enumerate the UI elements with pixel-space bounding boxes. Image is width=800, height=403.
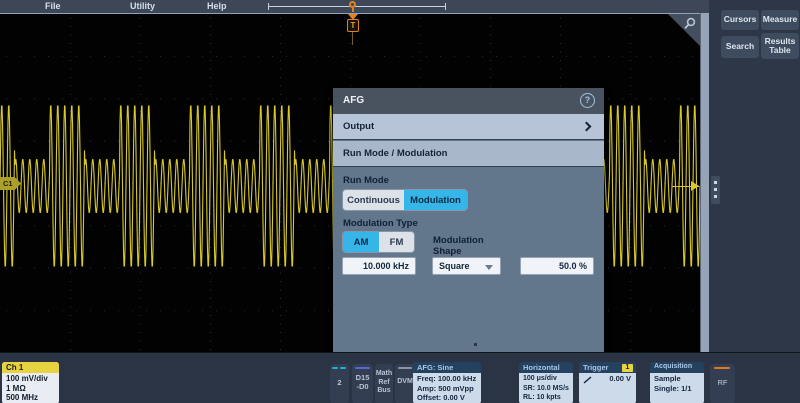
math-badge-line: Ref xyxy=(375,379,393,388)
afg-offset: Offset: 0.00 V xyxy=(417,393,478,403)
math-ref-bus-badge[interactable]: Math Ref Bus xyxy=(375,364,393,403)
horizontal-badge-title: Horizontal xyxy=(519,362,573,373)
menu-bar: File Utility Help xyxy=(0,0,712,13)
handle-dot xyxy=(714,181,717,184)
afg-dialog-title: AFG xyxy=(343,95,364,106)
horizontal-scale: 100 μs/div xyxy=(523,374,570,384)
run-mode-toggle: Continuous Modulation xyxy=(342,189,468,211)
oscilloscope-screen: File Utility Help T C1 C xyxy=(0,0,800,403)
handle-dot xyxy=(714,188,717,191)
dialog-resize-dot[interactable] xyxy=(474,343,477,346)
dvm-badge[interactable]: DVM xyxy=(395,364,415,403)
depth-input[interactable]: 50.0 % xyxy=(520,257,594,275)
menu-file[interactable]: File xyxy=(45,1,61,11)
modulation-shape-label: Modulation Shape xyxy=(433,236,493,258)
rf-badge-label: RF xyxy=(710,378,735,387)
horizontal-badge[interactable]: Horizontal 100 μs/div SR: 10.0 MS/s RL: … xyxy=(519,362,573,403)
afg-dialog: AFG ? Output Run Mode / Modulation Run M… xyxy=(333,88,604,352)
chevron-right-icon xyxy=(582,122,592,132)
channel2-badge[interactable]: 2 xyxy=(330,364,349,403)
status-bar: Ch 1 100 mV/div 1 MΩ 500 MHz 2 D15 -D0 M… xyxy=(0,352,800,403)
digital-badge-line: -D0 xyxy=(352,382,373,391)
digital-badge-line: D15 xyxy=(352,373,373,382)
digital-channels-badge[interactable]: D15 -D0 xyxy=(352,364,373,403)
modulation-shape-value: Square xyxy=(439,261,470,271)
afg-amplitude: Amp: 500 mVpp xyxy=(417,384,478,394)
output-label: Output xyxy=(343,121,374,132)
acquisition-mode: Sample xyxy=(654,374,701,384)
dvm-dash-icon xyxy=(398,367,412,369)
horizontal-record-length: RL: 10 kpts xyxy=(523,393,570,403)
channel1-badge[interactable]: Ch 1 100 mV/div 1 MΩ 500 MHz xyxy=(2,362,59,403)
math-badge-line: Math xyxy=(375,370,393,379)
ch2-dash-icon xyxy=(340,367,346,369)
search-button[interactable]: Search xyxy=(721,36,759,58)
trigger-badge[interactable]: Trigger 1 0.00 V xyxy=(579,362,636,403)
trigger-level-arrow-icon[interactable] xyxy=(691,181,699,191)
acquisition-badge-title: Acquisition xyxy=(650,362,704,373)
channel1-impedance: 1 MΩ xyxy=(6,384,59,394)
modulation-shape-dropdown[interactable]: Square xyxy=(432,257,501,275)
afg-badge[interactable]: AFG: Sine Freq: 100.00 kHz Amp: 500 mVpp… xyxy=(413,362,481,403)
trigger-ring-icon xyxy=(349,1,356,8)
acquisition-count: Single: 1/1 xyxy=(654,384,701,394)
afg-badge-title: AFG: Sine xyxy=(413,362,481,373)
ruler-left-bracket xyxy=(268,3,269,10)
acquisition-badge[interactable]: Acquisition Sample Single: 1/1 xyxy=(650,362,704,403)
dvm-badge-label: DVM xyxy=(395,378,415,385)
trigger-stem xyxy=(352,8,354,12)
digital-dash-icon xyxy=(355,367,370,369)
rf-dash-icon xyxy=(714,367,730,369)
math-badge-line: Bus xyxy=(375,387,393,396)
run-mode-continuous-button[interactable]: Continuous xyxy=(343,190,404,210)
display-edge-scrollbar[interactable] xyxy=(700,13,709,352)
channel2-badge-label: 2 xyxy=(330,378,349,387)
magnifier-icon[interactable] xyxy=(682,16,698,32)
run-mode-modulation-button[interactable]: Modulation xyxy=(404,190,467,210)
cursors-button[interactable]: Cursors xyxy=(721,10,759,30)
trigger-badge-title: Trigger 1 xyxy=(579,362,636,373)
measure-button[interactable]: Measure xyxy=(761,10,799,30)
horizontal-sample-rate: SR: 10.0 MS/s xyxy=(523,384,570,394)
rf-badge[interactable]: RF xyxy=(710,364,735,403)
trigger-position-marker[interactable] xyxy=(348,0,358,11)
output-row[interactable]: Output xyxy=(333,114,604,140)
run-mode-label: Run Mode xyxy=(343,176,389,187)
ruler-right-bracket xyxy=(445,3,446,10)
trigger-t-marker[interactable]: T xyxy=(347,19,359,32)
run-mode-modulation-row[interactable]: Run Mode / Modulation xyxy=(333,141,604,167)
rising-edge-icon xyxy=(583,376,593,385)
panel-drawer-handle[interactable] xyxy=(711,176,720,204)
trigger-source-chip: 1 xyxy=(622,364,633,372)
section-label: Run Mode / Modulation xyxy=(343,148,447,159)
channel1-bandwidth: 500 MHz xyxy=(6,393,59,403)
channel1-badge-title: Ch 1 xyxy=(2,362,59,373)
afg-frequency: Freq: 100.00 kHz xyxy=(417,374,478,384)
dropdown-caret-icon xyxy=(485,265,493,270)
handle-dot xyxy=(714,195,717,198)
frequency-input[interactable]: 10.000 kHz xyxy=(342,257,416,275)
results-table-button[interactable]: Results Table xyxy=(761,33,799,59)
ch2-dash-icon xyxy=(332,367,338,369)
afg-dialog-titlebar[interactable]: AFG ? xyxy=(333,88,604,114)
menu-help[interactable]: Help xyxy=(207,1,227,11)
modulation-type-label: Modulation Type xyxy=(343,219,418,230)
channel1-scale: 100 mV/div xyxy=(6,374,59,384)
trigger-marker-stem xyxy=(352,32,353,45)
help-icon[interactable]: ? xyxy=(580,93,595,108)
menu-utility[interactable]: Utility xyxy=(130,1,155,11)
